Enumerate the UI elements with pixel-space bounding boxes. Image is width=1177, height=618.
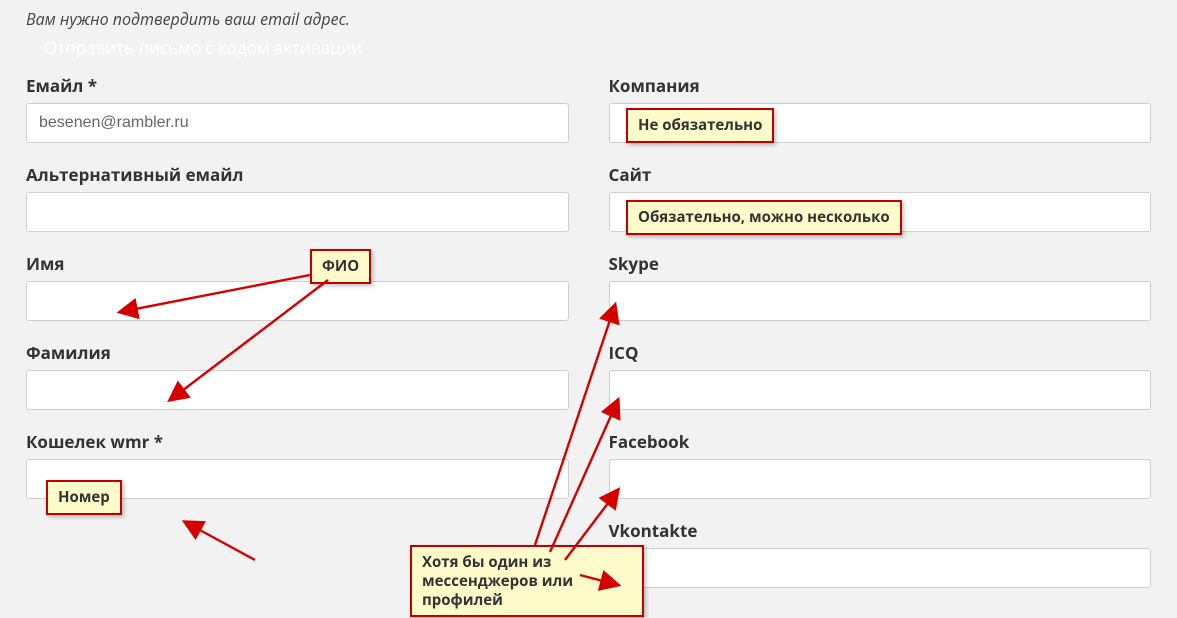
callout-not-required: Не обязательно (626, 108, 774, 143)
left-column: Емайл * Альтернативный емайл Имя Фамилия… (26, 74, 569, 608)
callout-nomer: Номер (46, 480, 122, 515)
skype-input[interactable] (609, 281, 1152, 321)
icq-input[interactable] (609, 370, 1152, 410)
alt-email-label: Альтернативный емайл (26, 163, 569, 186)
alt-email-input[interactable] (26, 192, 569, 232)
callout-required-multiple: Обязательно, можно несколько (626, 200, 902, 235)
skype-label: Skype (609, 252, 1152, 275)
vkontakte-input[interactable] (609, 548, 1152, 588)
first-name-label: Имя (26, 252, 569, 275)
send-activation-link[interactable]: Отправить письмо с кодом активации (44, 36, 362, 59)
site-label: Сайт (609, 163, 1152, 186)
email-label: Емайл * (26, 74, 569, 97)
email-confirm-notice: Вам нужно подтвердить ваш email адрес. (26, 8, 350, 30)
email-input[interactable] (26, 103, 569, 143)
last-name-label: Фамилия (26, 341, 569, 364)
facebook-input[interactable] (609, 459, 1152, 499)
wmr-label: Кошелек wmr * (26, 430, 569, 453)
company-label: Компания (609, 74, 1152, 97)
right-column: Компания Сайт Skype ICQ Facebook Vkontak… (609, 74, 1152, 608)
icq-label: ICQ (609, 341, 1152, 364)
callout-fio: ФИО (310, 249, 371, 284)
last-name-input[interactable] (26, 370, 569, 410)
facebook-label: Facebook (609, 430, 1152, 453)
first-name-input[interactable] (26, 281, 569, 321)
callout-messenger-note: Хотя бы один из мессенджеров или профиле… (410, 545, 644, 617)
vkontakte-label: Vkontakte (609, 519, 1152, 542)
